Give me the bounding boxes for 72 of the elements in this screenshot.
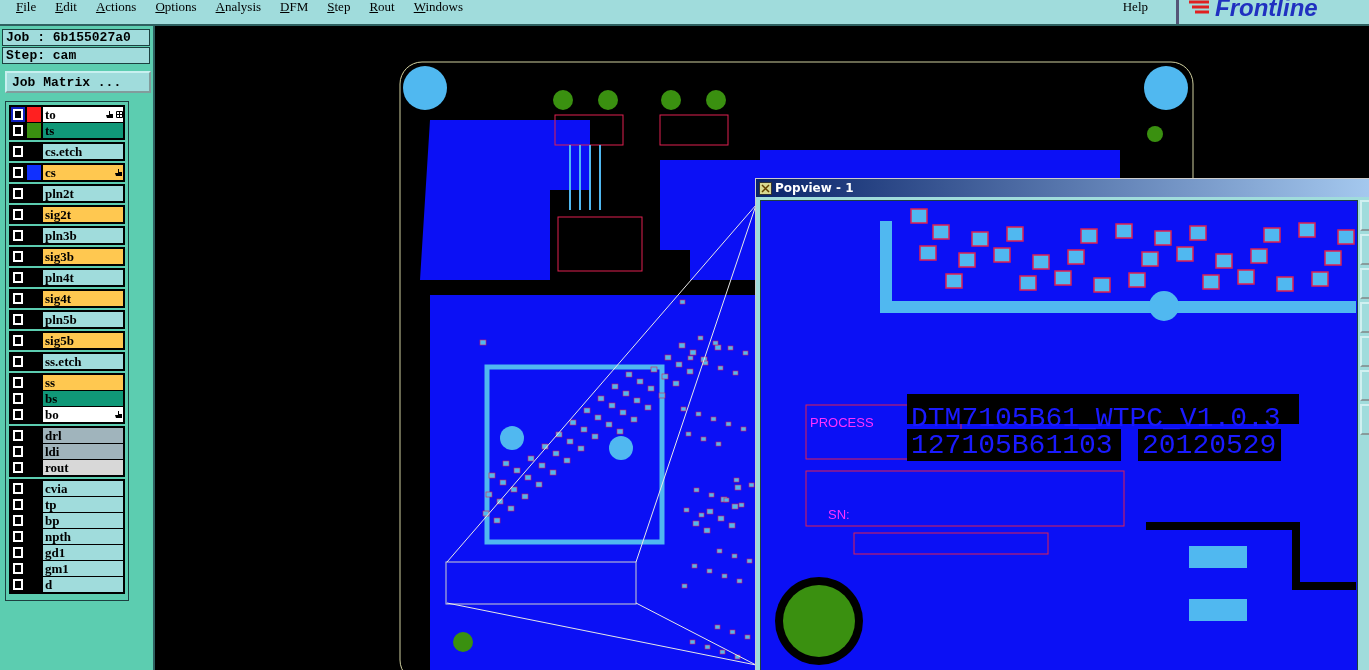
layer-checkbox[interactable] (11, 312, 25, 327)
layer-item[interactable]: pln3b (43, 228, 123, 243)
layer-item[interactable]: ldi (43, 444, 123, 459)
layer-checkbox[interactable] (11, 577, 25, 592)
layer-item[interactable]: ts (43, 123, 123, 138)
menu-item[interactable]: DFM (280, 0, 309, 13)
menu-item[interactable]: Windows (413, 0, 463, 13)
job-label: Job : 6b155027a0 (2, 29, 150, 46)
layer-checkbox[interactable] (11, 375, 25, 390)
layer-checkbox[interactable] (11, 529, 25, 544)
layer-item[interactable]: ss (43, 375, 123, 390)
layer-item[interactable]: npth (43, 529, 123, 544)
layer-item[interactable]: ss.etch (43, 354, 123, 369)
menu-item[interactable]: Actions (95, 0, 137, 13)
layer-checkbox[interactable] (11, 207, 25, 222)
layer-item[interactable]: gd1 (43, 545, 123, 560)
layer-checkbox[interactable] (11, 481, 25, 496)
layer-item[interactable]: cs (43, 165, 123, 180)
layer-checkbox[interactable] (11, 545, 25, 560)
layer-checkbox[interactable] (11, 123, 25, 138)
layer-checkbox[interactable] (11, 333, 25, 348)
layer-item[interactable]: sig2t (43, 207, 123, 222)
layer-checkbox[interactable] (11, 228, 25, 243)
layer-item[interactable]: sig4t (43, 291, 123, 306)
step-label: Step: cam (2, 47, 150, 64)
menu-item[interactable]: Analysis (215, 0, 262, 13)
menu-item[interactable]: Step (327, 0, 351, 13)
layer-checkbox[interactable] (11, 186, 25, 201)
layer-item[interactable]: drl (43, 428, 123, 443)
layer-checkbox[interactable] (11, 249, 25, 264)
layer-item[interactable]: bs (43, 391, 123, 406)
layer-item[interactable]: cs.etch (43, 144, 123, 159)
window-icon (759, 181, 772, 195)
job-matrix-button[interactable]: Job Matrix ... (5, 71, 151, 93)
layer-checkbox[interactable] (11, 407, 25, 422)
layer-checkbox[interactable] (11, 428, 25, 443)
window-title: Popview - 1 (775, 181, 854, 195)
part-number-text: 127105B61103 (911, 430, 1113, 462)
layer-item[interactable]: cvia (43, 481, 123, 496)
layer-checkbox[interactable] (11, 460, 25, 475)
layer-item[interactable]: gm1 (43, 561, 123, 576)
sn-label: SN: (828, 507, 850, 522)
menu-item[interactable]: Options (155, 0, 197, 13)
layer-item[interactable]: tp (43, 497, 123, 512)
layer-checkbox[interactable] (11, 270, 25, 285)
layer-checkbox[interactable] (11, 444, 25, 459)
process-label: PROCESS (810, 415, 874, 430)
layer-checkbox[interactable] (11, 513, 25, 528)
layer-checkbox[interactable] (11, 107, 25, 122)
date-text: 20120529 (1142, 430, 1277, 462)
layer-item[interactable]: bo (43, 407, 123, 422)
layer-checkbox[interactable] (11, 144, 25, 159)
layer-item[interactable]: sig3b (43, 249, 123, 264)
layer-item[interactable]: pln2t (43, 186, 123, 201)
layer-item[interactable]: pln4t (43, 270, 123, 285)
menu-item[interactable]: File (16, 0, 37, 13)
layer-item[interactable]: to (43, 107, 123, 122)
layer-item[interactable]: rout (43, 460, 123, 475)
layer-item[interactable]: sig5b (43, 333, 123, 348)
layer-checkbox[interactable] (11, 561, 25, 576)
speed-lines-icon (1189, 0, 1211, 14)
layer-item[interactable]: bp (43, 513, 123, 528)
menu-item[interactable]: Rout (369, 0, 395, 13)
layer-item[interactable]: d (43, 577, 123, 592)
layer-checkbox[interactable] (11, 291, 25, 306)
layer-checkbox[interactable] (11, 354, 25, 369)
menu-item[interactable]: Help (1122, 0, 1176, 24)
layer-checkbox[interactable] (11, 165, 25, 180)
menu-item[interactable]: Edit (55, 0, 77, 13)
layer-checkbox[interactable] (11, 391, 25, 406)
layer-checkbox[interactable] (11, 497, 25, 512)
layer-item[interactable]: pln5b (43, 312, 123, 327)
